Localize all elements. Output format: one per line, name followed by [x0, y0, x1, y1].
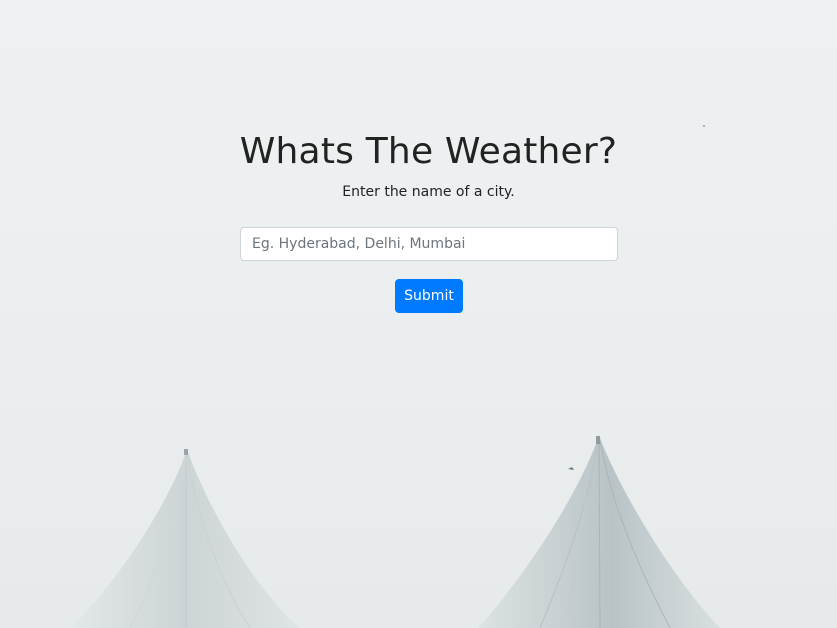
submit-button[interactable]: Submit	[395, 279, 463, 313]
left-tent-peak	[70, 449, 300, 628]
city-search-input[interactable]	[240, 227, 618, 261]
background-image	[70, 125, 720, 628]
page-subtitle: Enter the name of a city.	[342, 184, 515, 200]
right-tent-peak	[478, 436, 720, 628]
page-title: Whats The Weather?	[239, 131, 618, 172]
